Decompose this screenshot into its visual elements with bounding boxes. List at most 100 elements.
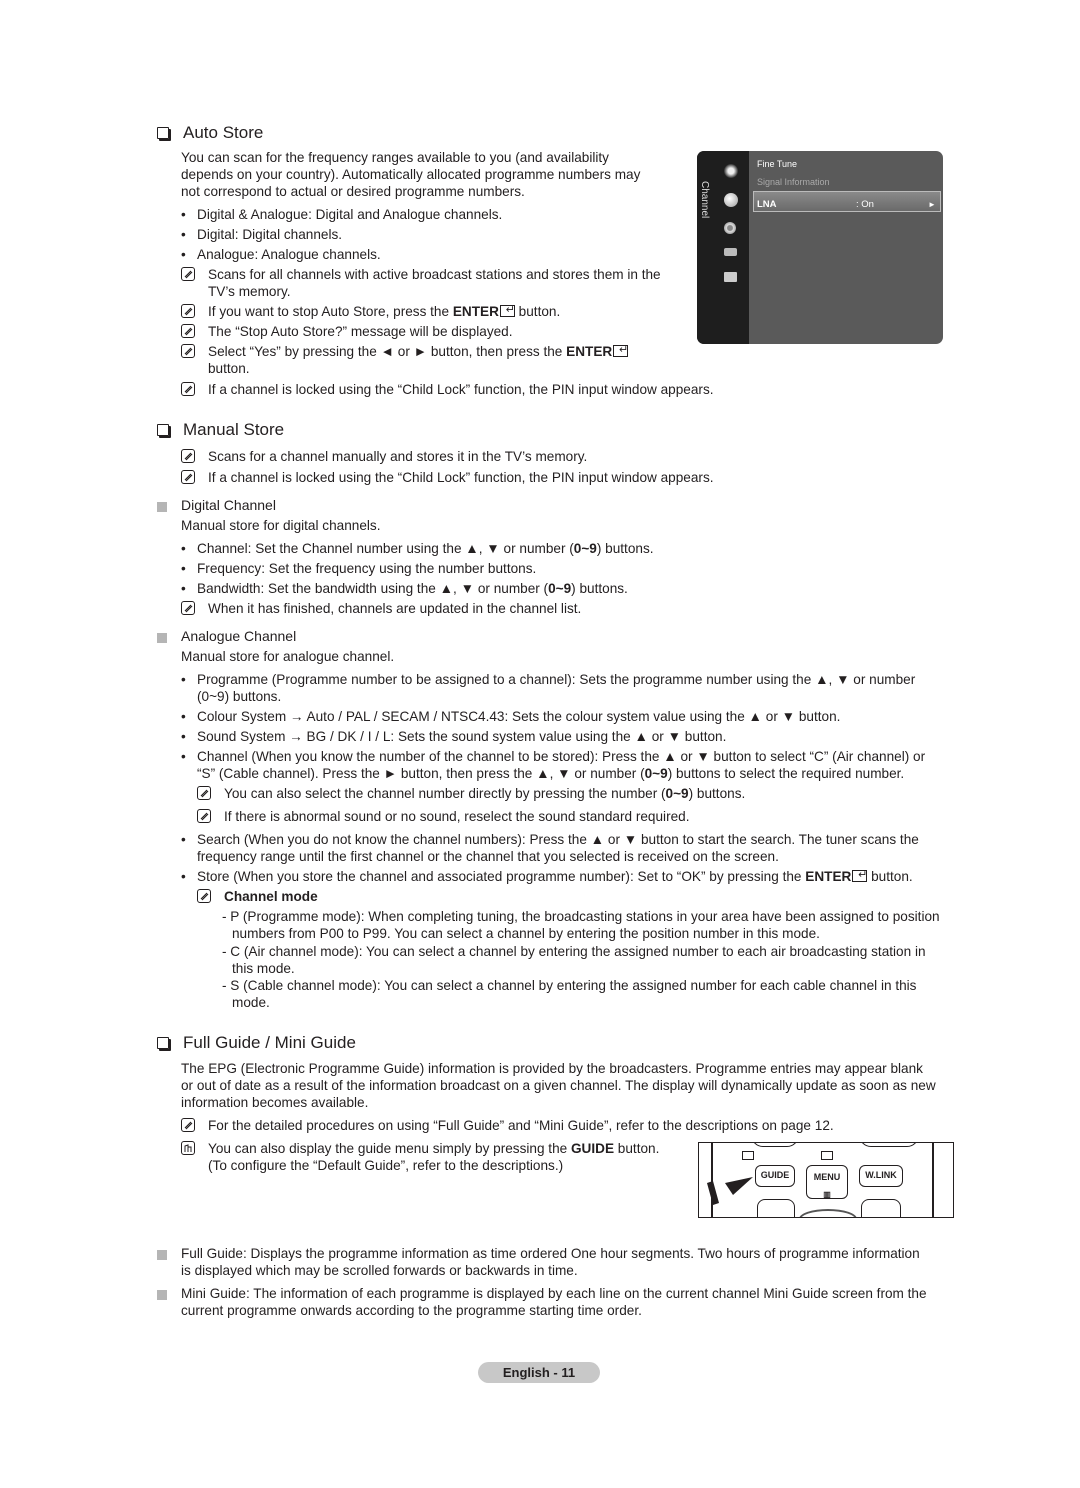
note-text: If you want to stop Auto Store, press th… bbox=[208, 304, 453, 319]
intro-line: or out of date as a result of the inform… bbox=[181, 1078, 936, 1093]
remote-key bbox=[859, 1143, 919, 1147]
desc-line: Mini Guide: The information of each prog… bbox=[181, 1286, 927, 1301]
item-text: Store (When you store the channel and as… bbox=[197, 869, 806, 884]
note-text: Scans for a channel manually and stores … bbox=[208, 449, 588, 464]
item-line: Search (When you do not know the channel… bbox=[197, 832, 919, 847]
tip-text: You can also display the guide menu simp… bbox=[208, 1141, 571, 1156]
remote-key bbox=[757, 1199, 795, 1217]
remote-edge bbox=[932, 1143, 934, 1217]
item-line: - S (Cable channel mode): You can select… bbox=[222, 978, 917, 993]
note-pencil-icon bbox=[181, 324, 195, 338]
note-item: Scans for all channels with active broad… bbox=[181, 266, 661, 300]
analogue-desc: Manual store for analogue channel. bbox=[181, 649, 395, 664]
list-item: Digital & Analogue: Digital and Analogue… bbox=[181, 206, 502, 223]
note-pencil-icon bbox=[181, 1118, 195, 1132]
item-text: ) buttons. bbox=[571, 581, 628, 596]
list-item: Channel: Set the Channel number using th… bbox=[181, 540, 654, 557]
digital-desc: Manual store for digital channels. bbox=[181, 518, 381, 533]
note-text: When it has finished, channels are updat… bbox=[208, 601, 582, 616]
section-title-full-mini-guide: Full Guide / Mini Guide bbox=[157, 1034, 356, 1051]
item-text: Channel: Set the Channel number using th… bbox=[197, 541, 574, 556]
list-item: Analogue: Analogue channels. bbox=[181, 246, 381, 263]
manual-store-title-text: Manual Store bbox=[183, 420, 285, 439]
square-bullet-icon bbox=[157, 633, 167, 643]
channel-mode-item: - P (Programme mode): When completing tu… bbox=[222, 908, 940, 942]
list-item: Store (When you store the channel and as… bbox=[181, 867, 913, 885]
checkbox-square-icon bbox=[157, 1036, 169, 1049]
auto-store-intro: You can scan for the frequency ranges av… bbox=[181, 149, 640, 200]
note-pencil-icon bbox=[181, 304, 195, 318]
osd-menu-item-fine-tune[interactable]: Fine Tune bbox=[757, 156, 797, 173]
tip-text: button. bbox=[614, 1141, 660, 1156]
list-item: Search (When you do not know the channel… bbox=[181, 831, 919, 865]
note-pencil-icon bbox=[181, 267, 195, 281]
section-title-auto-store: Auto Store bbox=[157, 124, 263, 141]
note-item: You can also select the channel number d… bbox=[197, 785, 745, 802]
remote-key bbox=[751, 1143, 799, 1147]
item-line: - C (Air channel mode): You can select a… bbox=[222, 944, 926, 959]
enter-icon bbox=[613, 342, 629, 359]
input-icon bbox=[724, 272, 737, 282]
note-text: Select “Yes” by pressing the ◄ or ► butt… bbox=[208, 344, 567, 359]
auto-store-title-text: Auto Store bbox=[183, 123, 264, 142]
item-line: (0~9) buttons. bbox=[197, 689, 282, 704]
subheading-analogue-channel: Analogue Channel bbox=[181, 628, 297, 644]
square-bullet-icon bbox=[157, 1290, 167, 1300]
subheading-digital-channel: Digital Channel bbox=[181, 497, 276, 513]
item-line: Channel (When you know the number of the… bbox=[197, 749, 926, 764]
checkbox-square-icon bbox=[157, 423, 169, 436]
mini-guide-desc: Mini Guide: The information of each prog… bbox=[181, 1285, 927, 1319]
list-item: Sound System → BG / DK / I / L: Sets the… bbox=[181, 728, 726, 745]
item-text: Bandwidth: Set the bandwidth using the ▲… bbox=[197, 581, 549, 596]
note-item: For the detailed procedures on using “Fu… bbox=[181, 1117, 834, 1134]
channel-mode-item: - C (Air channel mode): You can select a… bbox=[222, 943, 926, 977]
remote-control-illustration: GUIDE MENU ▥ W.LINK bbox=[698, 1142, 954, 1218]
intro-line: The EPG (Electronic Programme Guide) inf… bbox=[181, 1061, 923, 1076]
osd-menu-item-lna[interactable]: LNA : On ► bbox=[753, 191, 941, 212]
note-item: When it has finished, channels are updat… bbox=[181, 600, 581, 617]
enter-icon bbox=[499, 302, 515, 319]
desc-line: current programme onwards according to t… bbox=[181, 1303, 642, 1318]
remote-guide-button: GUIDE bbox=[755, 1165, 795, 1187]
note-pencil-icon bbox=[197, 889, 211, 903]
arrow-right-icon: ► bbox=[928, 200, 936, 209]
square-bullet-icon bbox=[157, 502, 167, 512]
pointer-arrow-icon bbox=[707, 1177, 753, 1205]
enter-key-label: ENTER bbox=[566, 344, 613, 359]
remote-wlink-button: W.LINK bbox=[859, 1165, 903, 1187]
item-text: ) buttons to select the required number. bbox=[667, 766, 905, 781]
note-line: Scans for all channels with active broad… bbox=[208, 267, 661, 282]
speaker-icon bbox=[724, 248, 737, 256]
full-guide-desc: Full Guide: Displays the programme infor… bbox=[181, 1245, 920, 1279]
desc-line: is displayed which may be scrolled forwa… bbox=[181, 1263, 578, 1278]
list-item: Frequency: Set the frequency using the n… bbox=[181, 560, 536, 577]
tip-line: (To configure the “Default Guide”, refer… bbox=[208, 1158, 564, 1173]
item-bold: 0~9 bbox=[644, 766, 668, 781]
remote-dpad-ring bbox=[799, 1209, 857, 1217]
note-text: ) buttons. bbox=[688, 786, 746, 801]
note-item: If there is abnormal sound or no sound, … bbox=[197, 808, 690, 825]
note-item: The “Stop Auto Store?” message will be d… bbox=[181, 323, 513, 340]
enter-key-label: ENTER bbox=[805, 869, 852, 884]
osd-sidebar: Channel bbox=[697, 151, 749, 344]
info-glyph-icon bbox=[821, 1151, 833, 1160]
guide-glyph-icon bbox=[742, 1151, 754, 1160]
note-text: button. bbox=[514, 304, 561, 319]
intro-line: information becomes available. bbox=[181, 1095, 369, 1110]
menu-label: MENU bbox=[813, 1172, 841, 1182]
item-text: button. bbox=[867, 869, 913, 884]
list-item: Colour System → Auto / PAL / SECAM / NTS… bbox=[181, 708, 840, 725]
osd-menu-item-signal-information[interactable]: Signal Information bbox=[757, 174, 830, 191]
tip-hand-icon bbox=[181, 1141, 195, 1155]
satellite-dish-icon bbox=[724, 193, 738, 207]
antenna-icon bbox=[724, 164, 738, 178]
checkbox-square-icon bbox=[157, 126, 169, 139]
osd-lna-value: : On bbox=[856, 199, 874, 210]
note-pencil-icon bbox=[181, 601, 195, 615]
tv-osd-screenshot: Channel Fine Tune Signal Information LNA… bbox=[697, 151, 943, 344]
page-number-badge: English - 11 bbox=[478, 1362, 600, 1383]
note-text: If a channel is locked using the “Child … bbox=[208, 382, 714, 397]
item-text: ) buttons. bbox=[596, 541, 654, 556]
item-line: Programme (Programme number to be assign… bbox=[197, 672, 916, 687]
osd-sidebar-label: Channel bbox=[699, 181, 710, 219]
